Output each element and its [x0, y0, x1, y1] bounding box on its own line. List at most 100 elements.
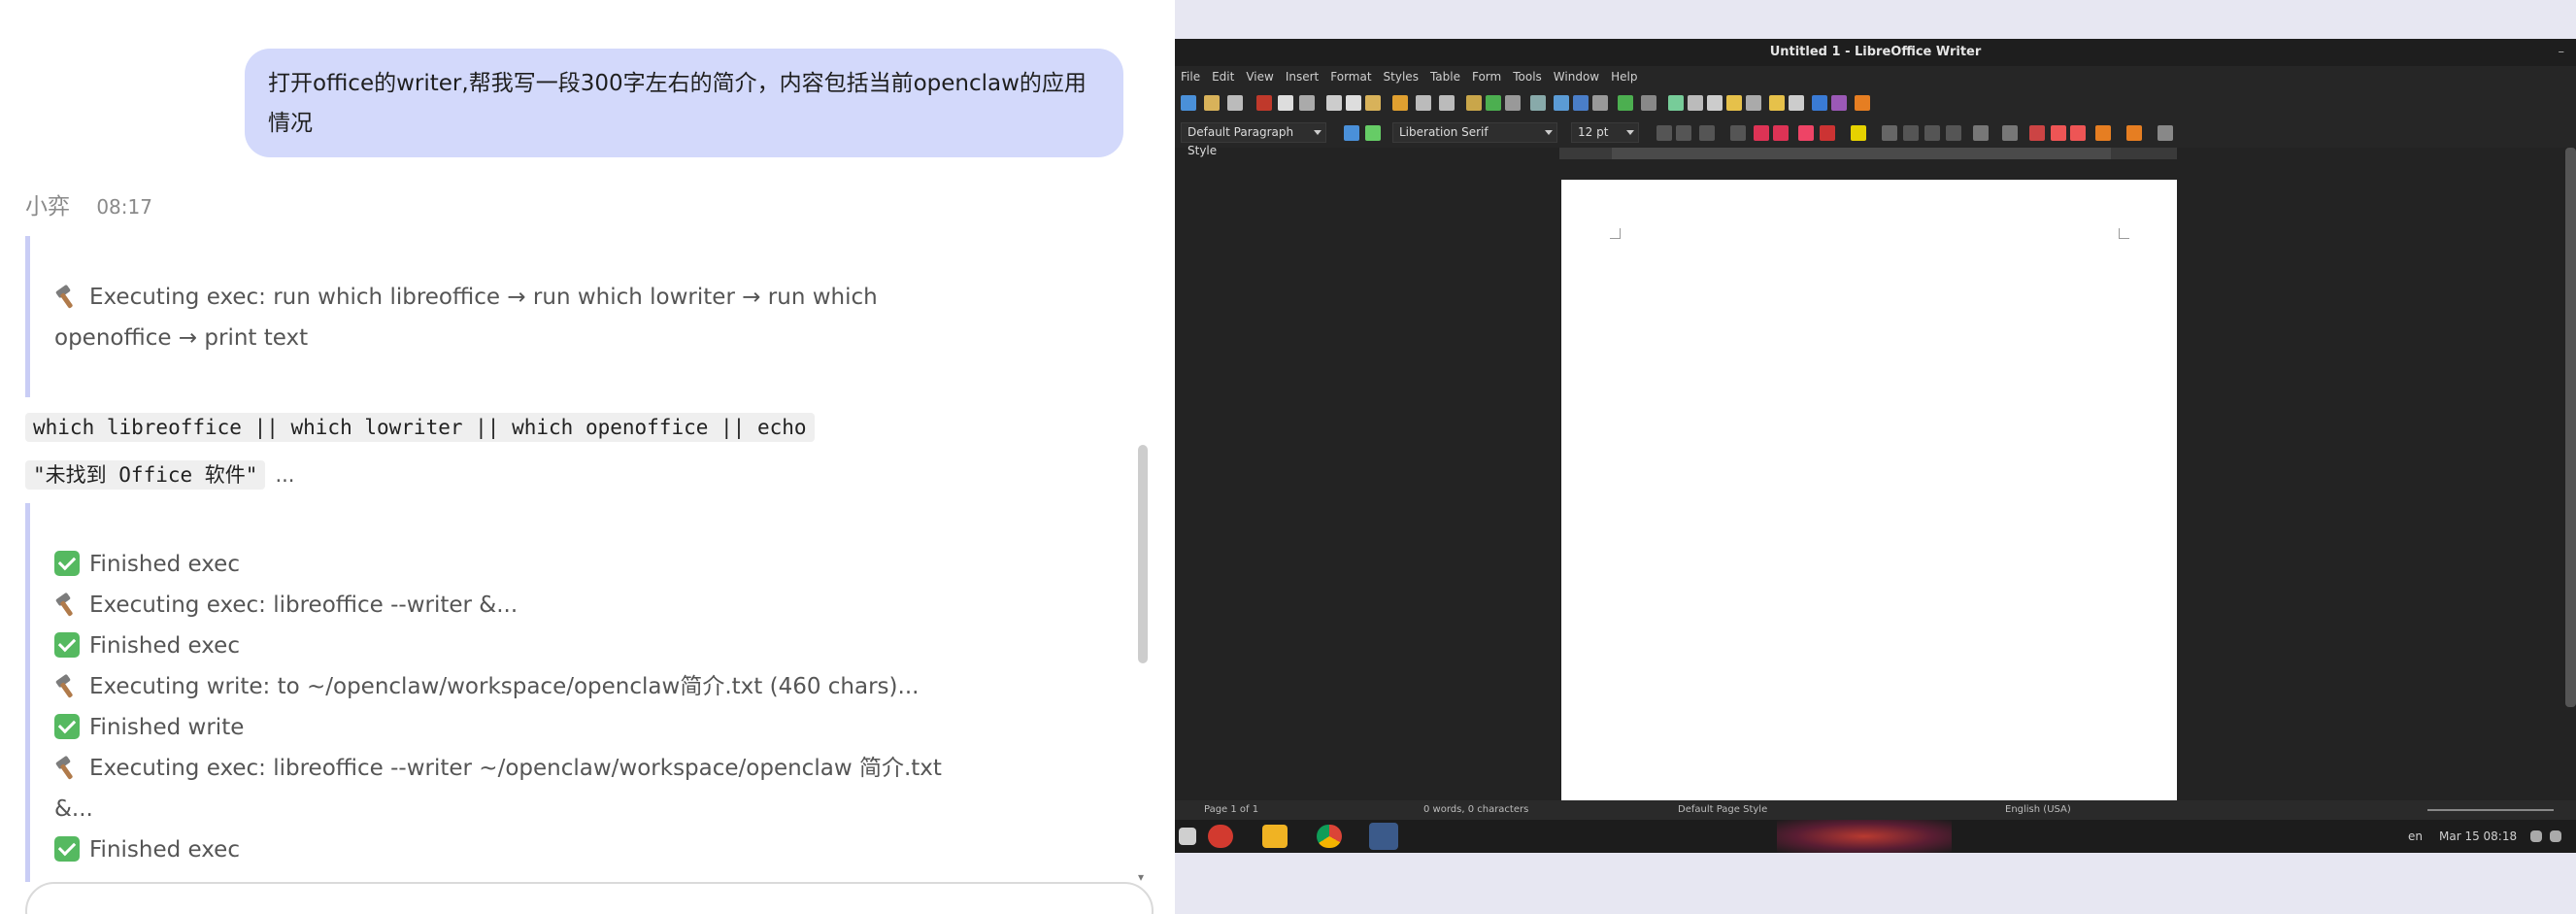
insert-chart-icon[interactable]: [1573, 95, 1589, 111]
footnote-icon[interactable]: [1688, 95, 1703, 111]
menu-file[interactable]: File: [1181, 66, 1200, 87]
superscript-icon[interactable]: [1754, 125, 1769, 141]
font-size-select[interactable]: 12 pt: [1571, 122, 1639, 143]
sidebar-toggle-icon[interactable]: [2158, 125, 2173, 141]
file-manager-icon[interactable]: [1262, 825, 1288, 848]
menu-styles[interactable]: Styles: [1384, 66, 1419, 87]
new-document-icon[interactable]: [1181, 95, 1196, 111]
menu-form[interactable]: Form: [1472, 66, 1501, 87]
export-pdf-icon[interactable]: [1256, 95, 1272, 111]
cut-icon[interactable]: [1326, 95, 1342, 111]
menu-table[interactable]: Table: [1430, 66, 1460, 87]
status-page[interactable]: Page 1 of 1: [1204, 800, 1258, 820]
draw-functions-icon[interactable]: [1855, 95, 1870, 111]
bold-icon[interactable]: [1656, 125, 1672, 141]
new-style-icon[interactable]: [1365, 125, 1381, 141]
cross-reference-icon[interactable]: [1746, 95, 1761, 111]
horizontal-ruler[interactable]: [1559, 148, 2177, 159]
standard-toolbar: [1175, 87, 2576, 118]
margin-corner-top-left: [1610, 228, 1621, 239]
insert-field-icon[interactable]: [1618, 95, 1633, 111]
menu-view[interactable]: View: [1246, 66, 1273, 87]
underline-icon[interactable]: [1699, 125, 1715, 141]
status-language[interactable]: English (USA): [2005, 800, 2071, 820]
bookmark-icon[interactable]: [1726, 95, 1742, 111]
strikethrough-icon[interactable]: [1730, 125, 1746, 141]
document-page[interactable]: [1561, 180, 2177, 840]
font-color-icon[interactable]: [1820, 125, 1835, 141]
tool-status-text: Finished exec: [89, 633, 240, 659]
endnote-icon[interactable]: [1707, 95, 1723, 111]
margin-corner-top-right: [2119, 228, 2129, 239]
status-word-count[interactable]: 0 words, 0 characters: [1423, 800, 1528, 820]
chat-input-box[interactable]: [25, 882, 1154, 914]
align-left-icon[interactable]: [1882, 125, 1897, 141]
code-line-1: which libreoffice || which lowriter || w…: [25, 413, 815, 442]
numbered-list-icon[interactable]: [2002, 125, 2018, 141]
zoom-slider[interactable]: [2427, 809, 2554, 811]
highlight-color-icon[interactable]: [1851, 125, 1866, 141]
paste-icon[interactable]: [1365, 95, 1381, 111]
save-icon[interactable]: [1227, 95, 1243, 111]
align-center-icon[interactable]: [1903, 125, 1919, 141]
network-icon[interactable]: [2530, 830, 2542, 842]
font-name-select[interactable]: Liberation Serif: [1392, 122, 1557, 143]
clear-formatting-icon[interactable]: [1798, 125, 1814, 141]
undo-icon[interactable]: [1416, 95, 1431, 111]
insert-table-icon[interactable]: [1530, 95, 1546, 111]
redo-icon[interactable]: [1439, 95, 1455, 111]
open-folder-icon[interactable]: [1204, 95, 1220, 111]
start-menu-icon[interactable]: [1179, 828, 1196, 845]
window-titlebar: Untitled 1 - LibreOffice Writer –: [1175, 39, 2576, 66]
scroll-down-arrow-icon[interactable]: ▾: [1138, 870, 1144, 884]
status-page-style[interactable]: Default Page Style: [1678, 800, 1767, 820]
hammer-icon: [54, 284, 80, 309]
insert-image-icon[interactable]: [1554, 95, 1569, 111]
keyboard-layout[interactable]: en: [2408, 820, 2423, 853]
insert-special-char-icon[interactable]: [1641, 95, 1656, 111]
menu-help[interactable]: Help: [1611, 66, 1637, 87]
find-replace-icon[interactable]: [1466, 95, 1482, 111]
comment-icon[interactable]: [1769, 95, 1785, 111]
paragraph-spacing-icon[interactable]: [2126, 125, 2142, 141]
print-preview-icon[interactable]: [1299, 95, 1315, 111]
clock[interactable]: Mar 15 08:18: [2439, 820, 2517, 853]
menu-format[interactable]: Format: [1330, 66, 1371, 87]
hyperlink-icon[interactable]: [1668, 95, 1684, 111]
insert-textbox-icon[interactable]: [1592, 95, 1608, 111]
menu-tools[interactable]: Tools: [1513, 66, 1542, 87]
hammer-icon: [54, 755, 80, 780]
update-style-icon[interactable]: [1344, 125, 1359, 141]
menu-edit[interactable]: Edit: [1212, 66, 1234, 87]
formatting-marks-icon[interactable]: [1505, 95, 1521, 111]
clone-formatting-icon[interactable]: [1392, 95, 1408, 111]
tool-call-block-1: Executing exec: run which libreoffice → …: [25, 236, 878, 397]
align-right-icon[interactable]: [1924, 125, 1940, 141]
menu-window[interactable]: Window: [1554, 66, 1599, 87]
chat-scrollbar[interactable]: [1138, 445, 1148, 663]
minimize-icon[interactable]: –: [2559, 39, 2565, 66]
print-icon[interactable]: [1278, 95, 1293, 111]
menu-insert[interactable]: Insert: [1286, 66, 1319, 87]
writer-taskbar-icon[interactable]: [1369, 823, 1398, 850]
justify-icon[interactable]: [1946, 125, 1961, 141]
increase-indent-icon[interactable]: [2051, 125, 2066, 141]
decrease-indent-icon[interactable]: [2070, 125, 2086, 141]
chrome-icon[interactable]: [1317, 825, 1342, 848]
italic-icon[interactable]: [1676, 125, 1691, 141]
bullet-list-icon[interactable]: [1973, 125, 1989, 141]
line-icon[interactable]: [1812, 95, 1827, 111]
document-vertical-scrollbar[interactable]: [2565, 148, 2576, 707]
copy-icon[interactable]: [1346, 95, 1361, 111]
spelling-icon[interactable]: [1486, 95, 1501, 111]
tool-status-text: Finished exec: [89, 552, 240, 577]
notification-icon[interactable]: [2550, 830, 2561, 842]
outline-list-icon[interactable]: [2029, 125, 2045, 141]
subscript-icon[interactable]: [1773, 125, 1789, 141]
track-changes-icon[interactable]: [1789, 95, 1804, 111]
basic-shapes-icon[interactable]: [1831, 95, 1847, 111]
user-message-bubble: 打开office的writer,帮我写一段300字左右的简介，内容包括当前ope…: [245, 49, 1123, 157]
openclaw-app-icon[interactable]: [1208, 825, 1233, 848]
paragraph-style-select[interactable]: Default Paragraph Style: [1181, 122, 1326, 157]
line-spacing-icon[interactable]: [2095, 125, 2111, 141]
